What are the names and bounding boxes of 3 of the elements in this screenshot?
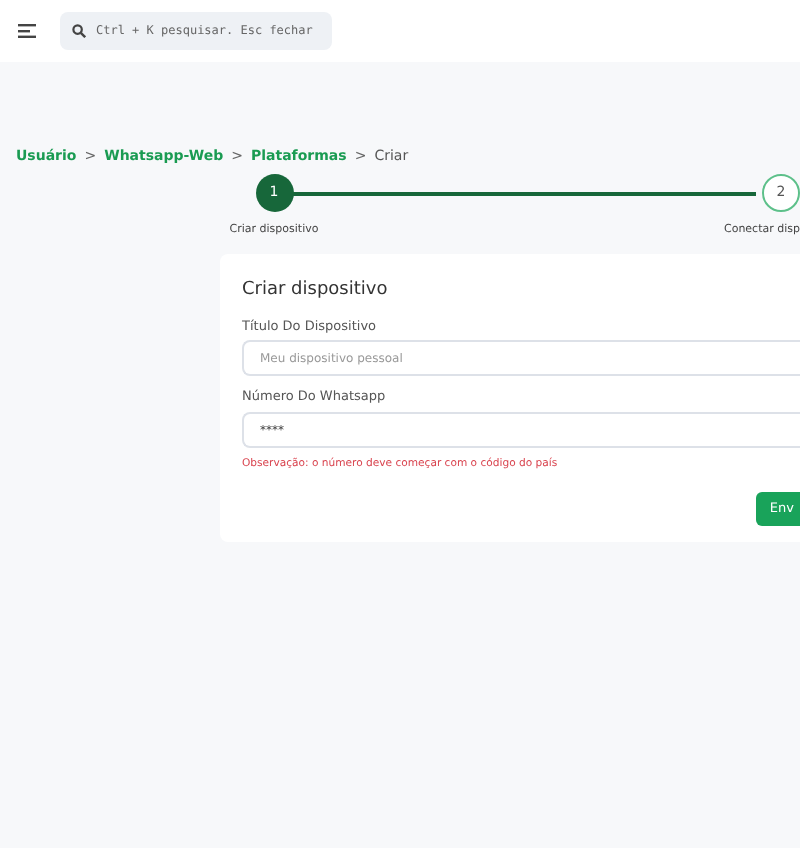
menu-icon[interactable] (18, 24, 36, 38)
form-title: Criar dispositivo (242, 278, 390, 304)
search-icon (72, 24, 86, 38)
